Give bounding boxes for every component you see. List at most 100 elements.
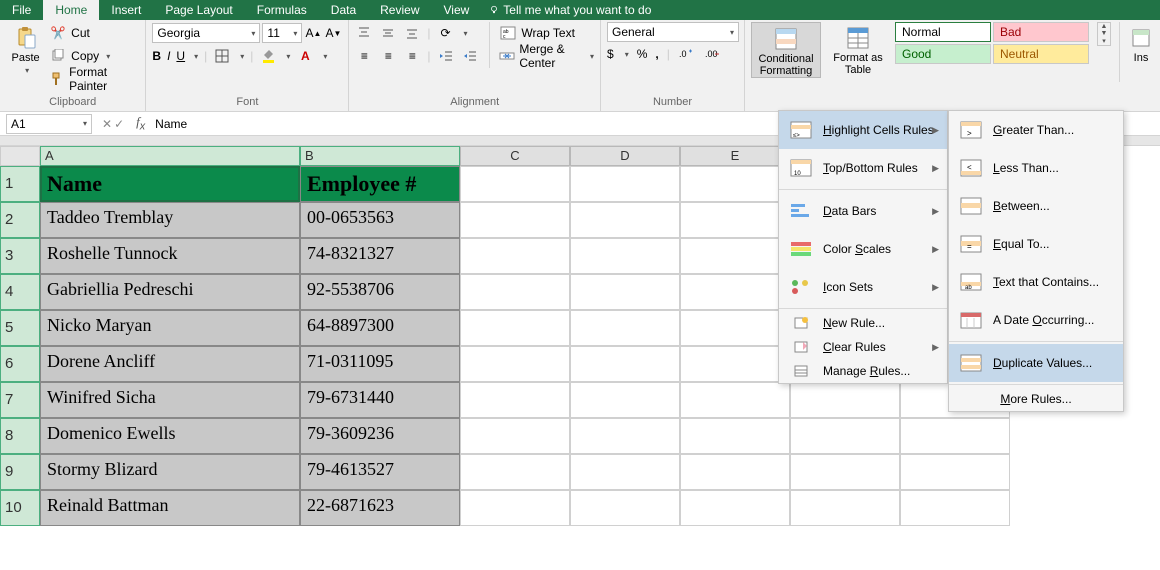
cell[interactable] [790,454,900,490]
cell[interactable] [460,346,570,382]
cell-b2[interactable]: 00-0653563 [300,202,460,238]
number-format-select[interactable]: General▾ [607,22,739,42]
row-header-2[interactable]: 2 [0,202,40,238]
increase-font-button[interactable]: A▲ [304,24,322,42]
align-top-button[interactable] [355,24,373,42]
row-header-1[interactable]: 1 [0,166,40,202]
tab-data[interactable]: Data [319,0,368,20]
cell-a8[interactable]: Domenico Ewells [40,418,300,454]
underline-button[interactable]: U [176,49,185,63]
row-header-4[interactable]: 4 [0,274,40,310]
cell-b10[interactable]: 22-6871623 [300,490,460,526]
col-header-e[interactable]: E [680,146,790,166]
fx-icon[interactable]: fx [136,114,145,133]
cell[interactable] [570,490,680,526]
menu-between[interactable]: Between... [949,187,1123,225]
col-header-a[interactable]: A [40,146,300,166]
cell-a7[interactable]: Winifred Sicha [40,382,300,418]
insert-cells-button[interactable]: Ins [1128,22,1154,64]
cell[interactable] [680,346,790,382]
cell-a6[interactable]: Dorene Ancliff [40,346,300,382]
tab-review[interactable]: Review [368,0,431,20]
cell-b5[interactable]: 64-8897300 [300,310,460,346]
menu-equal-to[interactable]: = Equal To... [949,225,1123,263]
cell-styles-gallery[interactable]: Normal Bad Good Neutral [895,22,1089,64]
cell-b4[interactable]: 92-5538706 [300,274,460,310]
col-header-d[interactable]: D [570,146,680,166]
style-neutral[interactable]: Neutral [993,44,1089,64]
menu-clear-rules[interactable]: Clear Rules▶ [779,335,947,359]
cell-b3[interactable]: 74-8321327 [300,238,460,274]
increase-decimal-button[interactable]: .0 [678,45,696,63]
menu-less-than[interactable]: < Less Than... [949,149,1123,187]
enter-formula-button[interactable]: ✓ [114,117,124,131]
cell[interactable] [460,166,570,202]
cell[interactable] [570,454,680,490]
comma-button[interactable]: , [655,47,658,61]
cell[interactable] [680,490,790,526]
menu-new-rule[interactable]: New Rule... [779,311,947,335]
cell[interactable] [680,454,790,490]
cell[interactable] [460,238,570,274]
cell[interactable] [460,310,570,346]
style-bad[interactable]: Bad [993,22,1089,42]
cell[interactable] [570,310,680,346]
menu-icon-sets[interactable]: Icon Sets▶ [779,268,947,306]
cell-a9[interactable]: Stormy Blizard [40,454,300,490]
align-middle-button[interactable] [379,24,397,42]
style-good[interactable]: Good [895,44,991,64]
row-header-7[interactable]: 7 [0,382,40,418]
tab-home[interactable]: Home [43,0,99,20]
decrease-decimal-button[interactable]: .00 [704,45,722,63]
menu-duplicate-values[interactable]: Duplicate Values... [949,344,1123,382]
align-center-button[interactable]: ≡ [379,47,397,65]
menu-text-contains[interactable]: ab Text that Contains... [949,263,1123,301]
cell-a1[interactable]: Name [40,166,300,202]
row-header-8[interactable]: 8 [0,418,40,454]
cell[interactable] [570,202,680,238]
cell[interactable] [900,454,1010,490]
cell[interactable] [680,310,790,346]
menu-greater-than[interactable]: > Greater Than... [949,111,1123,149]
cell-a3[interactable]: Roshelle Tunnock [40,238,300,274]
format-as-table-button[interactable]: Format as Table [829,22,887,76]
cell[interactable] [570,382,680,418]
font-name-select[interactable]: Georgia▾ [152,23,260,43]
col-header-c[interactable]: C [460,146,570,166]
cancel-formula-button[interactable]: ✕ [102,117,112,131]
conditional-formatting-button[interactable]: Conditional Formatting [751,22,821,78]
cell[interactable] [460,202,570,238]
row-header-10[interactable]: 10 [0,490,40,526]
styles-scroll[interactable]: ▲▼▾ [1097,22,1111,46]
cell[interactable] [680,166,790,202]
menu-highlight-cells-rules[interactable]: ≤> HHighlight Cells Rulesighlight Cells … [779,111,947,149]
menu-date-occurring[interactable]: A Date Occurring... [949,301,1123,339]
row-header-5[interactable]: 5 [0,310,40,346]
cell[interactable] [790,382,900,418]
border-button[interactable] [213,47,231,65]
select-all-corner[interactable] [0,146,40,166]
cell[interactable] [570,166,680,202]
name-box[interactable]: A1▾ [6,114,92,134]
cell[interactable] [570,346,680,382]
tab-page-layout[interactable]: Page Layout [153,0,244,20]
increase-indent-button[interactable] [461,47,479,65]
orientation-button[interactable]: ⟳ [437,24,455,42]
cell[interactable] [570,418,680,454]
style-normal[interactable]: Normal [895,22,991,42]
menu-more-rules[interactable]: More Rules... [949,387,1123,411]
cell-a2[interactable]: Taddeo Tremblay [40,202,300,238]
cell[interactable] [680,382,790,418]
align-left-button[interactable]: ≡ [355,47,373,65]
cell-b1[interactable]: Employee # [300,166,460,202]
copy-button[interactable]: Copy▾ [49,45,139,67]
merge-center-button[interactable]: Merge & Center▾ [499,45,594,67]
row-header-3[interactable]: 3 [0,238,40,274]
cell[interactable] [680,418,790,454]
font-size-select[interactable]: 11▾ [262,23,302,43]
cell[interactable] [900,418,1010,454]
fill-color-button[interactable] [259,47,277,65]
align-right-button[interactable]: ≡ [403,47,421,65]
paste-button[interactable]: Paste ▾ [6,22,45,75]
cell[interactable] [790,490,900,526]
